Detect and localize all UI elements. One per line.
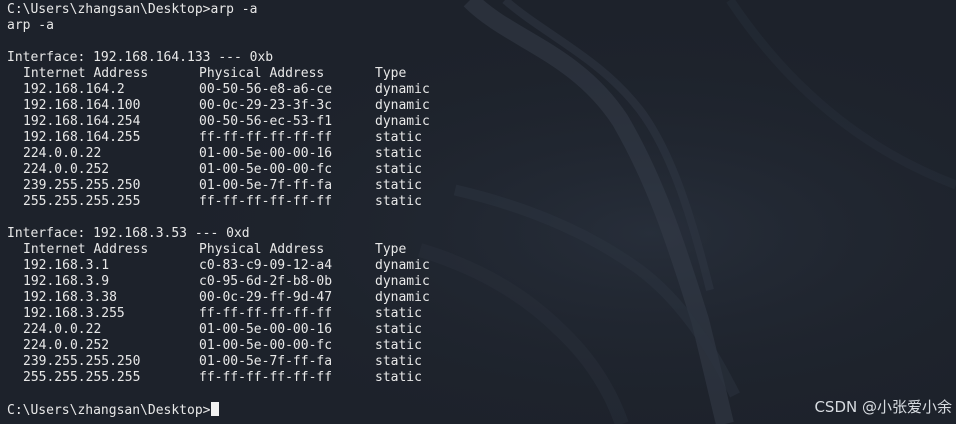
- physical-address: c0-95-6d-2f-b8-0b: [199, 274, 333, 289]
- entry-type: dynamic: [375, 290, 430, 305]
- header-internet-address: Internet Address: [23, 66, 149, 81]
- command-line: C:\Users\zhangsan\Desktop>arp -a: [7, 2, 258, 17]
- internet-address: 192.168.164.100: [23, 98, 141, 113]
- physical-address: 00-50-56-e8-a6-ce: [199, 82, 333, 97]
- entry-type: static: [375, 194, 422, 209]
- header-physical-address: Physical Address: [199, 66, 325, 81]
- entry-type: dynamic: [375, 98, 430, 113]
- entry-type: static: [375, 338, 422, 353]
- arp-entry-row: 192.168.3.1 c0-83-c9-09-12-a4 dynamic: [7, 258, 495, 274]
- physical-address: 01-00-5e-00-00-fc: [199, 338, 333, 353]
- physical-address: 01-00-5e-7f-ff-fa: [199, 178, 333, 193]
- interface-header: Interface: 192.168.164.133 --- 0xb: [7, 50, 274, 65]
- internet-address: 224.0.0.22: [23, 322, 102, 337]
- physical-address: 01-00-5e-00-00-16: [199, 146, 333, 161]
- header-internet-address: Internet Address: [23, 242, 149, 257]
- arp-entry-row: 192.168.3.38 00-0c-29-ff-9d-47 dynamic: [7, 290, 495, 306]
- internet-address: 192.168.3.38: [23, 290, 117, 305]
- column-header-row: Internet Address Physical Address Type: [7, 242, 495, 258]
- entry-type: dynamic: [375, 82, 430, 97]
- physical-address: ff-ff-ff-ff-ff-ff: [199, 194, 333, 209]
- csdn-watermark: CSDN @小张爱小余: [814, 398, 952, 416]
- internet-address: 239.255.255.250: [23, 354, 141, 369]
- terminal-window[interactable]: { "terminal": { "command_line": "C:\\Use…: [0, 0, 956, 424]
- entry-type: static: [375, 146, 422, 161]
- physical-address: 01-00-5e-7f-ff-fa: [199, 354, 333, 369]
- internet-address: 224.0.0.22: [23, 146, 102, 161]
- command-echo: arp -a: [7, 18, 54, 33]
- command-prompt[interactable]: C:\Users\zhangsan\Desktop>: [7, 402, 495, 418]
- arp-entry-row: 224.0.0.252 01-00-5e-00-00-fc static: [7, 338, 495, 354]
- arp-entry-row: 224.0.0.252 01-00-5e-00-00-fc static: [7, 162, 495, 178]
- arp-entry-row: 224.0.0.22 01-00-5e-00-00-16 static: [7, 146, 495, 162]
- physical-address: 00-0c-29-23-3f-3c: [199, 98, 333, 113]
- entry-type: dynamic: [375, 258, 430, 273]
- arp-entry-row: 224.0.0.22 01-00-5e-00-00-16 static: [7, 322, 495, 338]
- terminal-output: C:\Users\zhangsan\Desktop>arp -a arp -a …: [7, 2, 495, 418]
- prompt-text: C:\Users\zhangsan\Desktop>: [7, 403, 211, 418]
- internet-address: 192.168.3.9: [23, 274, 110, 289]
- entry-type: static: [375, 370, 422, 385]
- arp-entry-row: 239.255.255.250 01-00-5e-7f-ff-fa static: [7, 178, 495, 194]
- arp-entry-row: 255.255.255.255 ff-ff-ff-ff-ff-ff static: [7, 194, 495, 210]
- arp-entry-row: 255.255.255.255 ff-ff-ff-ff-ff-ff static: [7, 370, 495, 386]
- entry-type: static: [375, 354, 422, 369]
- header-type: Type: [375, 66, 407, 81]
- arp-entry-row: 239.255.255.250 01-00-5e-7f-ff-fa static: [7, 354, 495, 370]
- internet-address: 192.168.164.254: [23, 114, 141, 129]
- arp-entry-row: 192.168.3.255 ff-ff-ff-ff-ff-ff static: [7, 306, 495, 322]
- physical-address: ff-ff-ff-ff-ff-ff: [199, 370, 333, 385]
- physical-address: 00-50-56-ec-53-f1: [199, 114, 333, 129]
- arp-entry-row: 192.168.3.9 c0-95-6d-2f-b8-0b dynamic: [7, 274, 495, 290]
- internet-address: 192.168.3.1: [23, 258, 110, 273]
- internet-address: 192.168.3.255: [23, 306, 125, 321]
- internet-address: 255.255.255.255: [23, 194, 141, 209]
- entry-type: static: [375, 322, 422, 337]
- header-physical-address: Physical Address: [199, 242, 325, 257]
- arp-entry-row: 192.168.164.100 00-0c-29-23-3f-3c dynami…: [7, 98, 495, 114]
- physical-address: 01-00-5e-00-00-16: [199, 322, 333, 337]
- arp-entry-row: 192.168.164.2 00-50-56-e8-a6-ce dynamic: [7, 82, 495, 98]
- internet-address: 239.255.255.250: [23, 178, 141, 193]
- entry-type: dynamic: [375, 274, 430, 289]
- internet-address: 192.168.164.255: [23, 130, 141, 145]
- column-header-row: Internet Address Physical Address Type: [7, 66, 495, 82]
- physical-address: 01-00-5e-00-00-fc: [199, 162, 333, 177]
- physical-address: 00-0c-29-ff-9d-47: [199, 290, 333, 305]
- physical-address: ff-ff-ff-ff-ff-ff: [199, 306, 333, 321]
- entry-type: static: [375, 162, 422, 177]
- text-cursor: [210, 402, 219, 416]
- internet-address: 224.0.0.252: [23, 338, 110, 353]
- entry-type: static: [375, 130, 422, 145]
- internet-address: 224.0.0.252: [23, 162, 110, 177]
- entry-type: static: [375, 306, 422, 321]
- internet-address: 192.168.164.2: [23, 82, 125, 97]
- internet-address: 255.255.255.255: [23, 370, 141, 385]
- entry-type: static: [375, 178, 422, 193]
- physical-address: ff-ff-ff-ff-ff-ff: [199, 130, 333, 145]
- physical-address: c0-83-c9-09-12-a4: [199, 258, 333, 273]
- entry-type: dynamic: [375, 114, 430, 129]
- arp-entry-row: 192.168.164.255 ff-ff-ff-ff-ff-ff static: [7, 130, 495, 146]
- arp-entry-row: 192.168.164.254 00-50-56-ec-53-f1 dynami…: [7, 114, 495, 130]
- interface-header: Interface: 192.168.3.53 --- 0xd: [7, 226, 250, 241]
- header-type: Type: [375, 242, 407, 257]
